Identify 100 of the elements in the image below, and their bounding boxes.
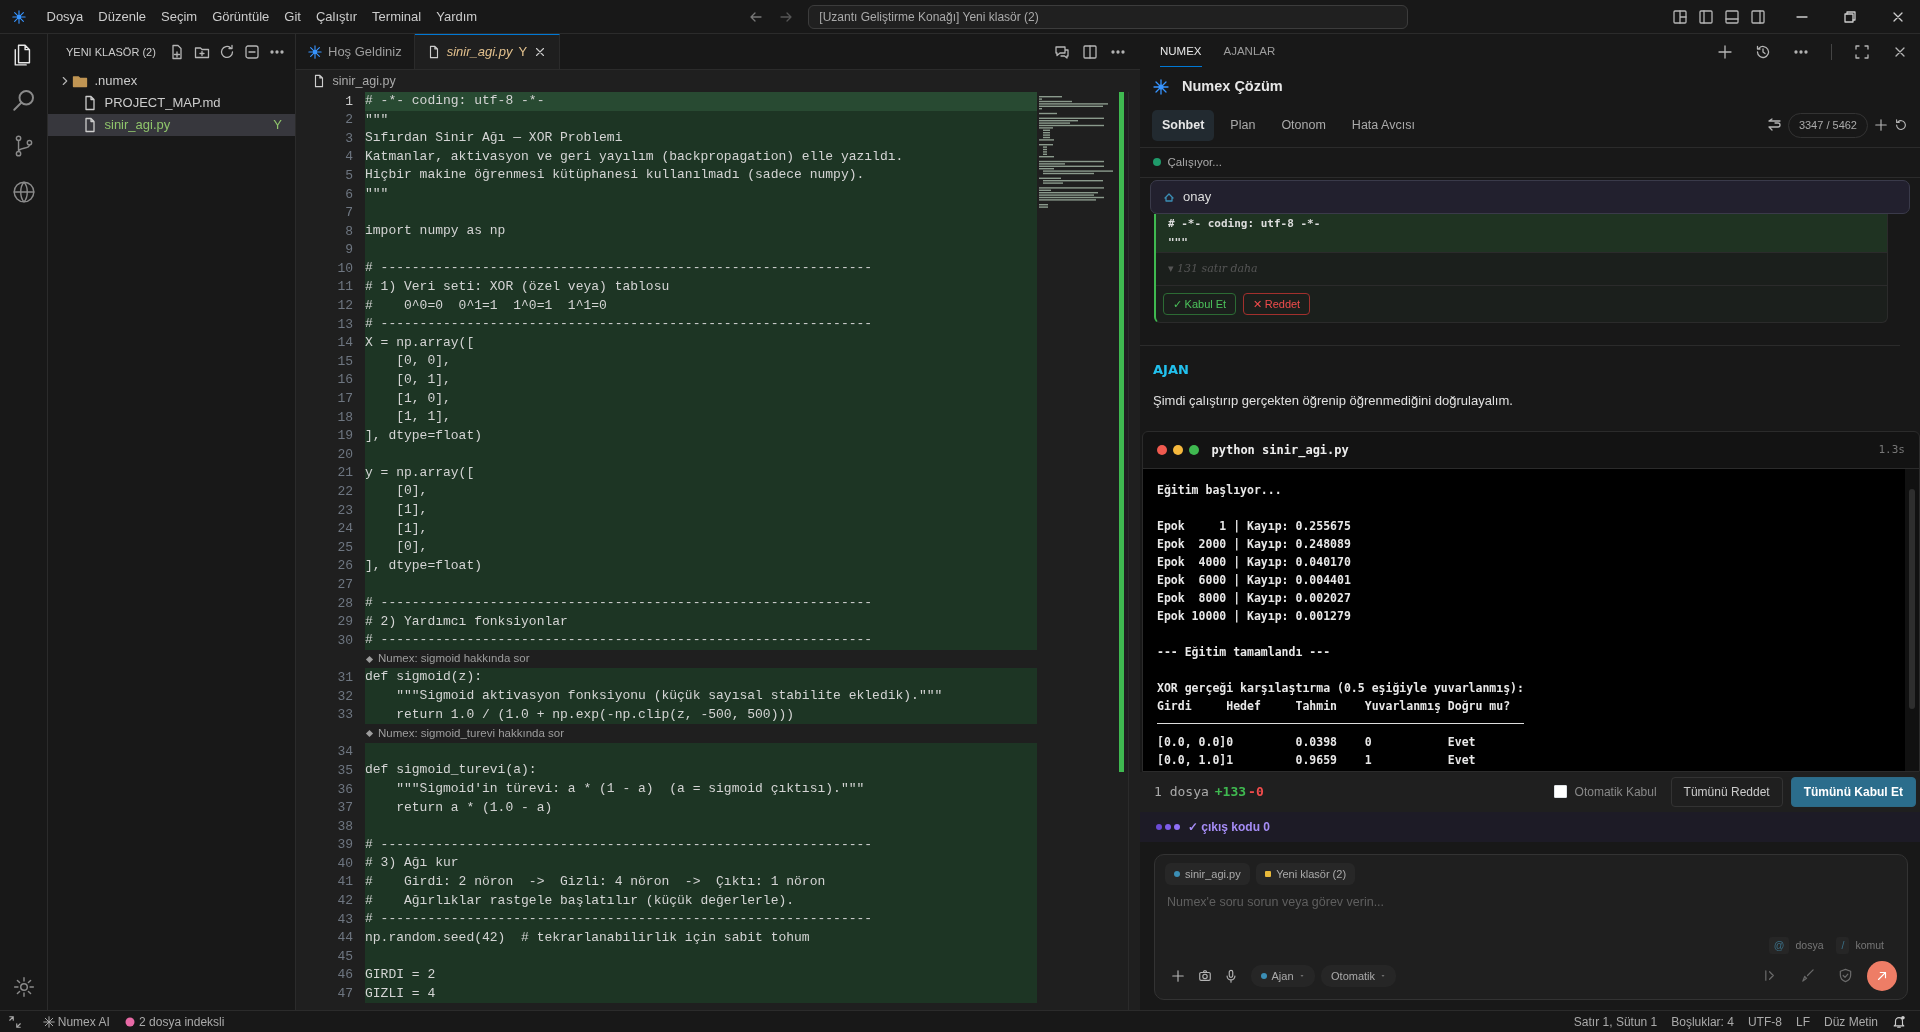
plus-icon[interactable] (1874, 118, 1888, 133)
line-number: 20 (336, 445, 353, 464)
menu-item[interactable]: Git (276, 5, 309, 28)
line-number: 21 (336, 464, 353, 483)
breadcrumb[interactable]: sinir_agi.py (332, 71, 396, 91)
split-editor-icon[interactable] (1082, 43, 1098, 60)
microphone-icon[interactable] (1224, 968, 1238, 983)
mode-tab[interactable]: Sohbet (1152, 110, 1215, 141)
search-icon[interactable] (11, 88, 36, 112)
globe-icon[interactable] (11, 180, 36, 204)
context-chip[interactable]: sinir_agi.py (1165, 862, 1250, 886)
scrollbar-thumb[interactable] (1909, 488, 1915, 709)
menu-item[interactable]: Görüntüle (204, 5, 277, 28)
status-item[interactable]: Satır 1, Sütun 1 (1573, 1012, 1658, 1031)
plus-icon[interactable] (1717, 44, 1733, 60)
mode-tab[interactable]: Plan (1220, 110, 1266, 141)
layout-icon[interactable] (1750, 8, 1766, 25)
line-number: 46 (336, 966, 353, 985)
terminal-output-line: Eğitim başlıyor... (1157, 481, 1283, 499)
panel-tab[interactable]: NUMEX (1160, 36, 1202, 68)
status-item[interactable]: 2 dosya indeksli (139, 1012, 225, 1031)
tree-item[interactable]: sinir_agi.py (104, 115, 171, 135)
line-number: 15 (336, 352, 353, 371)
line-number: 36 (336, 780, 353, 799)
remote-icon[interactable] (8, 1014, 22, 1029)
status-item[interactable]: LF (1795, 1012, 1810, 1031)
notification-bell-icon[interactable] (1892, 1014, 1906, 1029)
terminal-output-line: [0.0, 1.0]1 0.9659 1 Evet (1157, 751, 1477, 769)
status-text: Çalışıyor... (1167, 154, 1222, 170)
mode-tab[interactable]: Otonom (1271, 110, 1336, 141)
mode-tab[interactable]: Hata Avcısı (1341, 110, 1425, 141)
collapse-icon[interactable] (244, 44, 260, 60)
line-number: 14 (336, 334, 353, 353)
file-icon (312, 74, 326, 88)
menu-item[interactable]: Çalıştır (308, 5, 365, 28)
status-item[interactable]: Numex AI (57, 1012, 110, 1031)
menu-item[interactable]: Yardım (428, 5, 485, 28)
history-icon[interactable] (1755, 44, 1771, 60)
panel-title: Numex Çözüm (1182, 77, 1283, 97)
caret-icon (1380, 972, 1387, 979)
layout-icon[interactable] (1698, 8, 1714, 25)
panel-tab[interactable]: AJANLAR (1223, 37, 1276, 67)
shortcut-key: @ (1768, 936, 1790, 955)
restore-icon[interactable] (1842, 8, 1858, 25)
line-number: 5 (344, 166, 353, 185)
shield-icon[interactable] (1837, 968, 1853, 984)
line-number: 25 (336, 538, 353, 557)
plus-icon[interactable] (1171, 968, 1185, 983)
terminal-output-line: --- Eğitim tamamlandı --- (1157, 643, 1332, 661)
menu-item[interactable]: Dosya (39, 5, 91, 28)
menu-item[interactable]: Seçim (153, 5, 205, 28)
layout-icon[interactable] (1672, 8, 1688, 25)
maximize-icon[interactable] (1854, 44, 1870, 60)
code-lens-link[interactable]: Numex: sigmoid hakkında sor (378, 650, 530, 668)
brush-icon[interactable] (1800, 968, 1815, 984)
new-file-icon[interactable] (169, 44, 185, 60)
command-center[interactable]: [Uzantı Geliştirme Konağı] Yeni klasör (2) (808, 4, 1409, 29)
message-input[interactable]: Numex'e soru sorun veya görev verin... (1165, 885, 1897, 920)
layout-icon[interactable] (1724, 8, 1740, 25)
line-number: 26 (336, 557, 353, 576)
terminal-output-line: [0.0, 0.0]0 0.0398 0 Evet (1157, 733, 1477, 751)
undo-icon[interactable] (1894, 118, 1908, 133)
line-number: 2 (344, 111, 353, 130)
status-item[interactable]: UTF-8 (1747, 1012, 1782, 1031)
code-lens-link[interactable]: Numex: sigmoid_turevi hakkında sor (378, 724, 564, 743)
agent-mode-dropdown[interactable]: Ajan (1250, 964, 1315, 987)
refresh-icon[interactable] (219, 44, 235, 60)
new-folder-icon[interactable] (194, 44, 210, 60)
camera-icon[interactable] (1197, 968, 1212, 983)
accept-all-button[interactable]: Tümünü Kabul Et (1790, 776, 1916, 807)
shortcut-key: / (1836, 936, 1850, 955)
window-dot (1189, 444, 1199, 455)
reject-button[interactable]: ✕ Reddet (1242, 292, 1311, 316)
reject-all-button[interactable]: Tümünü Reddet (1670, 776, 1783, 807)
tree-item[interactable]: .numex (94, 71, 138, 91)
line-number: 9 (344, 241, 353, 260)
editor-tab[interactable]: sinir_agi.py Y (414, 34, 561, 69)
tree-item[interactable]: PROJECT_MAP.md (104, 93, 221, 113)
checkbox-label: Otomatik Kabul (1574, 783, 1657, 801)
line-number: 37 (336, 799, 353, 818)
terminal-output-line: Epok 8000 | Kayıp: 0.002027 (1157, 589, 1352, 607)
menu-item[interactable]: Terminal (364, 5, 429, 28)
send-button[interactable] (1867, 960, 1897, 991)
menu-item[interactable]: Düzenle (90, 5, 154, 28)
window-dot (1157, 444, 1167, 455)
status-item[interactable]: Boşluklar: 4 (1671, 1012, 1734, 1031)
context-chip[interactable]: Yeni klasör (2) (1256, 862, 1356, 886)
approval-dropdown[interactable]: Otomatik (1321, 964, 1397, 987)
line-number: 24 (336, 520, 353, 539)
auto-accept-checkbox[interactable] (1553, 785, 1567, 799)
accept-button[interactable]: ✓ Kabul Et (1162, 292, 1237, 316)
status-item[interactable]: Düz Metin (1823, 1012, 1878, 1031)
app-logo-icon (12, 9, 26, 24)
chat-icon[interactable] (1054, 43, 1070, 60)
line-number: 16 (336, 371, 353, 390)
explorer-title: YENI KLASÖR (2) (66, 44, 156, 60)
settings-icon[interactable] (12, 976, 35, 998)
line-number: 12 (336, 297, 353, 316)
line-number: 3 (344, 129, 353, 148)
line-number: 29 (336, 613, 353, 632)
